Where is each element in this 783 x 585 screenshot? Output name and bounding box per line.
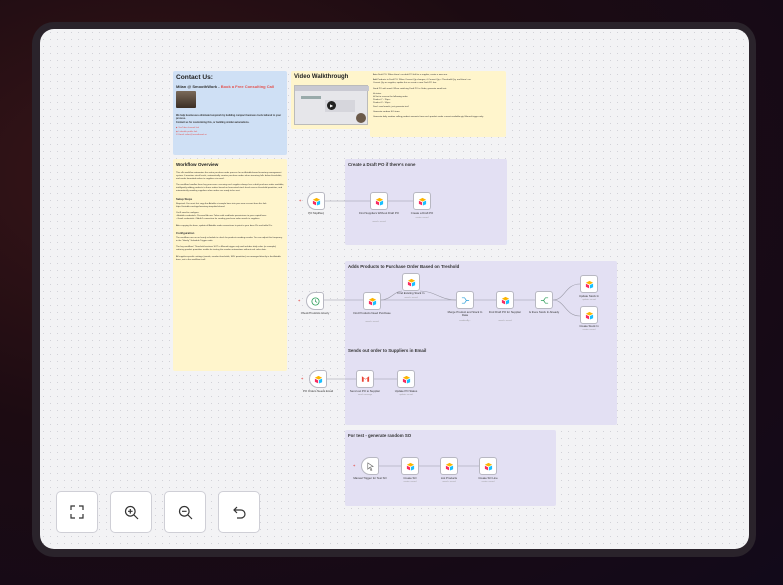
node-subtitle: send: message — [357, 394, 373, 396]
node-subtitle: update: record — [399, 394, 413, 396]
airtable-icon — [484, 462, 492, 471]
node-subtitle: create: record — [481, 481, 495, 483]
airtable-icon — [418, 197, 426, 206]
node-subtitle: search: record — [365, 321, 379, 323]
airtable-icon — [312, 197, 320, 206]
airtable-icon — [445, 462, 453, 471]
undo-button[interactable] — [218, 491, 260, 533]
node-label: Find Suppliers Without Draft PO — [359, 211, 399, 215]
node-label: PO Modified — [308, 211, 324, 215]
undo-icon — [232, 506, 246, 519]
node-label: Create SO Line — [478, 476, 498, 480]
airtable-icon — [402, 375, 410, 384]
add-trigger-icon[interactable]: + — [299, 198, 301, 203]
node-subtitle: search: record — [404, 297, 418, 299]
list-products-node[interactable] — [440, 457, 458, 475]
add-trigger-icon[interactable]: + — [298, 298, 300, 303]
node-subtitle: create: record — [415, 217, 429, 219]
node-label: Is there Stock In Already — [528, 310, 560, 314]
node-label: Update Stock In — [579, 294, 599, 298]
node-subtitle: search: record — [498, 320, 512, 322]
create-stock-in-node[interactable] — [580, 306, 598, 324]
fit-view-button[interactable] — [56, 491, 98, 533]
zoom-in-button[interactable] — [110, 491, 152, 533]
send-po-to-supplier-node[interactable] — [356, 370, 374, 388]
node-subtitle: search: record — [372, 221, 386, 223]
airtable-icon — [585, 311, 593, 320]
zoom-in-icon — [124, 505, 138, 519]
node-label: Update PO Status — [394, 389, 418, 393]
cursor-icon — [367, 461, 374, 471]
node-label: Find Existing Stock In — [397, 291, 425, 295]
airtable-icon — [368, 297, 376, 306]
node-label: Check Products Hourly — [300, 311, 330, 315]
find-draft-po-node[interactable] — [496, 291, 514, 309]
update-stock-in-node[interactable] — [580, 275, 598, 293]
find-products-need-purchase-node[interactable] — [363, 292, 381, 310]
merge-icon — [461, 296, 469, 304]
add-trigger-icon[interactable]: + — [353, 463, 355, 468]
fit-view-icon — [70, 505, 84, 519]
node-label: Find Products Need Purchase — [353, 311, 391, 315]
airtable-icon — [375, 197, 383, 206]
zoom-out-button[interactable] — [164, 491, 206, 533]
zoom-out-icon — [178, 505, 192, 519]
node-subtitle: create: record — [403, 481, 417, 483]
gmail-icon — [361, 376, 369, 382]
node-label: Manual Trigger for Test SO — [353, 476, 387, 480]
find-existing-stock-in-node[interactable] — [402, 273, 420, 291]
airtable-icon — [501, 296, 509, 305]
node-label: Merge Product and Stock In Data — [447, 310, 483, 318]
node-label: List Products — [440, 476, 458, 480]
add-trigger-icon[interactable]: + — [301, 376, 303, 381]
find-suppliers-node[interactable] — [370, 192, 388, 210]
airtable-icon — [314, 375, 322, 384]
create-draft-po-node[interactable] — [413, 192, 431, 210]
node-subtitle: update: record — [582, 299, 596, 301]
update-po-status-node[interactable] — [397, 370, 415, 388]
node-label: Find Draft PO for Supplier — [488, 310, 522, 314]
node-label: Send out PO to Supplier — [349, 389, 381, 393]
check-products-hourly-node[interactable] — [306, 292, 324, 310]
create-so-node[interactable] — [401, 457, 419, 475]
po-orders-needs-email-node[interactable] — [309, 370, 327, 388]
merge-node[interactable] — [456, 291, 474, 309]
node-label: PO Orders Needs Email — [303, 389, 333, 393]
node-label: Create a Draft PO — [410, 211, 434, 215]
po-modified-node[interactable] — [307, 192, 325, 210]
node-label: Create SO — [403, 476, 417, 480]
node-subtitle: create: record — [582, 329, 596, 331]
airtable-icon — [406, 462, 414, 471]
node-subtitle: combineBy... — [459, 320, 471, 322]
if-stock-in-node[interactable] — [535, 291, 553, 309]
airtable-icon — [407, 278, 415, 287]
node-subtitle: search: record — [442, 481, 456, 483]
if-branch-icon — [540, 296, 548, 304]
manual-trigger-node[interactable] — [361, 457, 379, 475]
node-label: Create Stock In — [579, 324, 599, 328]
connections — [323, 200, 581, 467]
airtable-icon — [585, 280, 593, 289]
clock-icon — [310, 296, 320, 306]
workflow-canvas[interactable]: Contact Us: Milan @ SmoothWork - Book a … — [40, 29, 749, 549]
create-so-line-node[interactable] — [479, 457, 497, 475]
